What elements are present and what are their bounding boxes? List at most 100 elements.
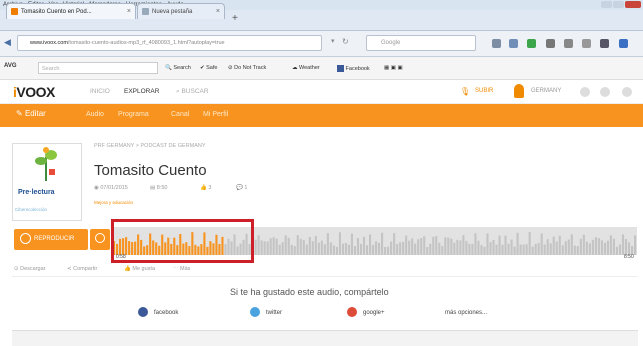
waveform-bar[interactable]: [344, 243, 347, 255]
tab-nueva[interactable]: Nueva pestaña ×: [137, 3, 225, 19]
waveform-bar[interactable]: [305, 244, 308, 255]
user-name[interactable]: GERMANY: [531, 88, 561, 94]
subir-button[interactable]: SUBIR: [475, 88, 493, 94]
link-audio[interactable]: Audio: [86, 111, 104, 118]
waveform-bar[interactable]: [408, 240, 411, 255]
share-google[interactable]: google+: [363, 310, 385, 316]
waveform-bar[interactable]: [359, 243, 363, 255]
waveform-bar[interactable]: [426, 247, 429, 255]
toolbar-extra-icons[interactable]: ▦ ▣ ▣: [384, 65, 403, 71]
waveform-bar[interactable]: [341, 243, 344, 255]
waveform-bar[interactable]: [260, 240, 263, 255]
close-tab-icon[interactable]: ×: [216, 4, 220, 20]
waveform-bar[interactable]: [284, 235, 287, 255]
nav-inicio[interactable]: INICIO: [90, 88, 110, 95]
waveform-bar[interactable]: [492, 240, 495, 255]
waveform-bar[interactable]: [326, 233, 329, 255]
waveform-bar[interactable]: [621, 234, 625, 255]
waveform-bar[interactable]: [537, 243, 540, 255]
waveform-bar[interactable]: [323, 244, 326, 255]
twitter-icon[interactable]: [250, 307, 260, 317]
waveform-bar[interactable]: [257, 235, 260, 255]
waveform-bar[interactable]: [299, 238, 302, 255]
facebook-icon[interactable]: [138, 307, 148, 317]
waveform-bar[interactable]: [405, 235, 408, 255]
waveform-bar[interactable]: [570, 234, 573, 255]
waveform-bar[interactable]: [513, 246, 516, 255]
waveform-bar[interactable]: [498, 235, 501, 255]
waveform-bar[interactable]: [362, 236, 366, 255]
waveform-bar[interactable]: [546, 239, 549, 255]
waveform-bar[interactable]: [356, 238, 360, 255]
waveform-bar[interactable]: [263, 241, 266, 255]
waveform-bar[interactable]: [633, 235, 637, 255]
ivoox-logo[interactable]: iVOOX: [13, 84, 55, 100]
settings-icon[interactable]: [580, 87, 590, 97]
expand-button[interactable]: [90, 229, 110, 250]
waveform-bar[interactable]: [465, 240, 468, 255]
close-window-button[interactable]: [625, 1, 641, 8]
waveform-bar[interactable]: [414, 243, 417, 255]
waveform-bar[interactable]: [522, 244, 525, 255]
waveform-bar[interactable]: [275, 238, 278, 255]
waveform-bar[interactable]: [495, 244, 498, 255]
waveform-bar[interactable]: [450, 238, 453, 255]
bookmarks-icon[interactable]: [582, 39, 591, 48]
waveform-bar[interactable]: [387, 246, 390, 255]
waveform-bar[interactable]: [582, 234, 585, 255]
comments-stat[interactable]: 💬 1: [236, 185, 247, 191]
waveform-bar[interactable]: [588, 243, 591, 255]
dropdown-icon[interactable]: ▾: [331, 37, 335, 45]
do-not-track-button[interactable]: ⊘ Do Not Track: [228, 65, 266, 71]
waveform-bar[interactable]: [281, 242, 284, 255]
waveform-bar[interactable]: [471, 243, 474, 255]
link-mi-perfil[interactable]: Mi Perfil: [203, 111, 228, 118]
waveform-bar[interactable]: [606, 240, 609, 255]
waveform-bar[interactable]: [573, 245, 576, 255]
waveform-bar[interactable]: [375, 241, 378, 255]
tab-tomasito[interactable]: Tomasito Cuento en Pod... ×: [6, 3, 136, 19]
waveform-bar[interactable]: [272, 237, 275, 255]
waveform-bar[interactable]: [603, 242, 606, 255]
waveform-bar[interactable]: [293, 246, 296, 255]
waveform-bar[interactable]: [432, 236, 435, 255]
waveform-bar[interactable]: [624, 238, 628, 255]
waveform-bar[interactable]: [290, 244, 293, 255]
waveform-bar[interactable]: [459, 240, 462, 255]
waveform-bar[interactable]: [567, 239, 570, 255]
waveform-bar[interactable]: [435, 236, 438, 255]
extension-icon[interactable]: [546, 39, 555, 48]
waveform-bar[interactable]: [462, 235, 465, 255]
edit-button[interactable]: ✎ Editar: [16, 109, 46, 118]
waveform-bar[interactable]: [615, 246, 619, 255]
waveform-bar[interactable]: [311, 241, 314, 255]
waveform-bar[interactable]: [429, 243, 432, 255]
menu-icon[interactable]: [619, 39, 628, 48]
waveform-bar[interactable]: [350, 233, 354, 255]
waveform-bar[interactable]: [576, 246, 579, 255]
download-icon[interactable]: [492, 39, 501, 48]
messages-icon[interactable]: [622, 87, 632, 97]
user-avatar-icon[interactable]: [514, 84, 524, 98]
share-twitter[interactable]: twitter: [266, 310, 282, 316]
address-bar[interactable]: www.ivoox.com/tomasito-cuento-audios-mp3…: [17, 35, 322, 51]
waveform-bar[interactable]: [278, 244, 281, 255]
waveform-bar[interactable]: [555, 241, 558, 255]
likes-stat[interactable]: 👍 3: [200, 185, 211, 191]
waveform-bar[interactable]: [396, 243, 399, 255]
category-tag[interactable]: Mejora y educación: [94, 200, 133, 205]
waveform-bar[interactable]: [585, 241, 588, 255]
waveform-bar[interactable]: [552, 236, 555, 255]
waveform-bar[interactable]: [371, 244, 375, 255]
waveform-bar[interactable]: [540, 233, 543, 255]
breadcrumb[interactable]: PRF GERMANY > PODCAST DE GERMANY: [94, 143, 206, 149]
waveform-bar[interactable]: [444, 237, 447, 255]
waveform-bar[interactable]: [378, 242, 381, 255]
safe-button[interactable]: ✔ Safe: [200, 65, 217, 71]
waveform-bar[interactable]: [543, 244, 546, 255]
waveform-bar[interactable]: [564, 241, 567, 255]
waveform-bar[interactable]: [516, 232, 519, 255]
link-programa[interactable]: Programa: [118, 111, 149, 118]
waveform-bar[interactable]: [597, 238, 600, 255]
waveform-bar[interactable]: [480, 245, 483, 255]
